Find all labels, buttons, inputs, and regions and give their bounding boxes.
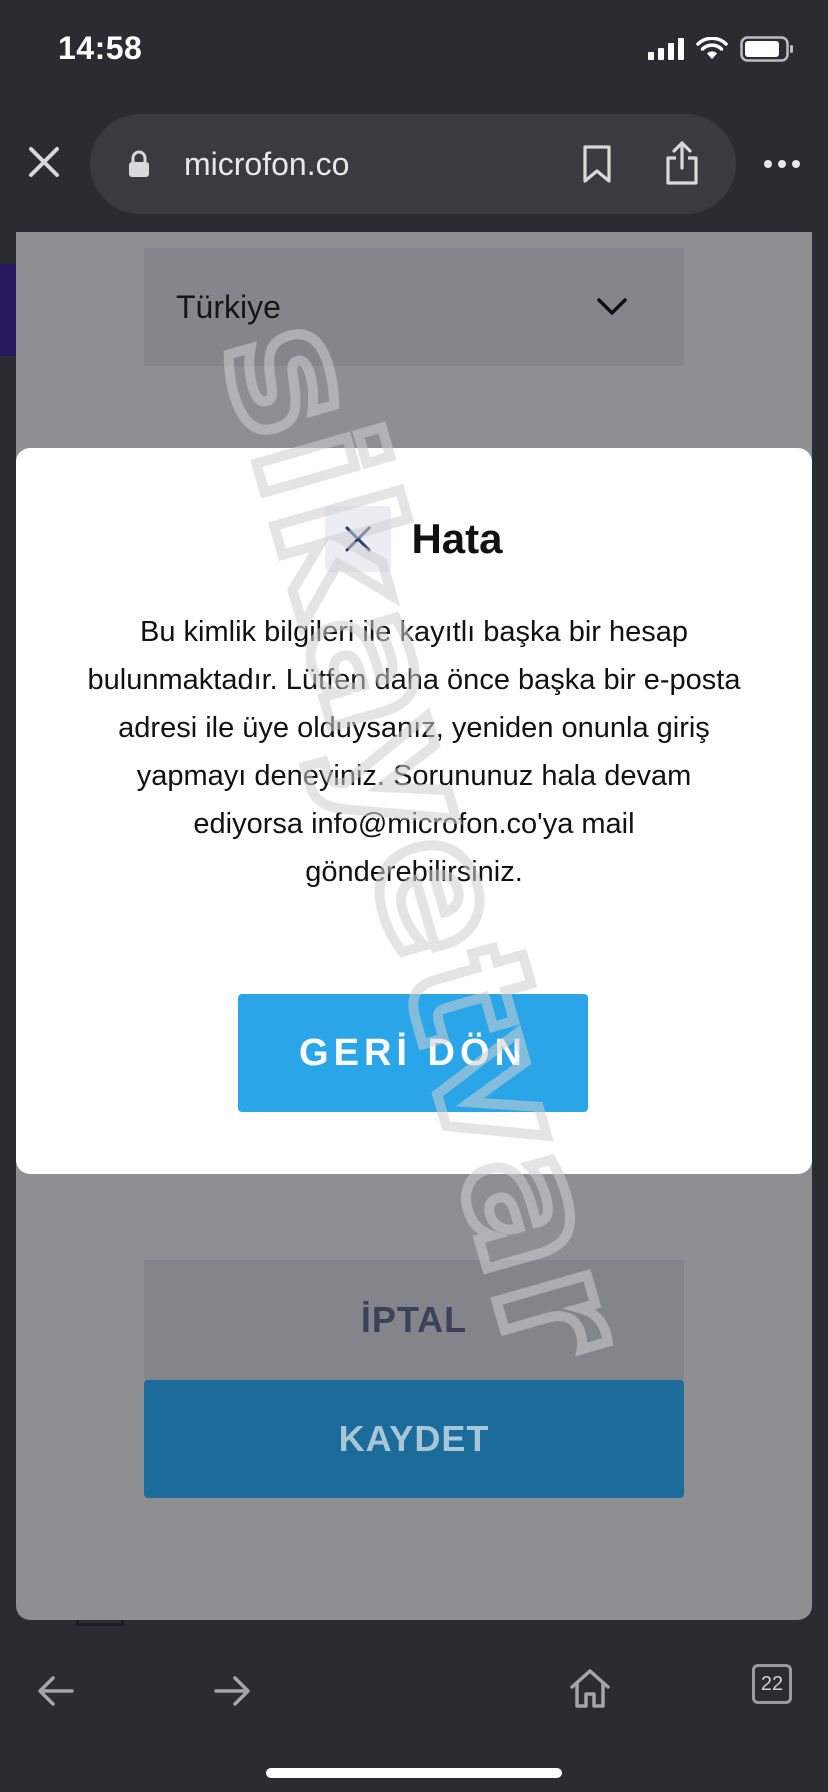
- status-icons: [648, 36, 794, 62]
- lock-icon: [128, 150, 150, 183]
- save-button[interactable]: KAYDET: [144, 1380, 684, 1498]
- cellular-signal-icon: [648, 38, 684, 60]
- home-indicator: [266, 1768, 562, 1778]
- arrow-left-icon[interactable]: [36, 1674, 76, 1713]
- cancel-button[interactable]: İPTAL: [144, 1260, 684, 1380]
- share-icon[interactable]: [664, 140, 700, 191]
- status-time: 14:58: [58, 30, 143, 66]
- home-icon[interactable]: [568, 1666, 612, 1715]
- address-bar[interactable]: microfon.co: [90, 114, 736, 214]
- error-close-icon[interactable]: [325, 506, 392, 572]
- battery-icon: [740, 36, 794, 62]
- side-banner: [0, 264, 16, 356]
- dialog-header: Hata: [16, 506, 812, 572]
- dialog-message: Bu kimlik bilgileri ile kayıtlı başka bi…: [87, 616, 741, 888]
- arrow-right-icon[interactable]: [212, 1674, 252, 1713]
- bookmark-icon[interactable]: [580, 144, 614, 189]
- close-icon[interactable]: [22, 140, 66, 184]
- dialog-title: Hata: [411, 515, 503, 562]
- wifi-icon: [696, 37, 728, 61]
- checkbox[interactable]: [76, 1620, 124, 1626]
- error-dialog: Hata Bu kimlik bilgileri ile kayıtlı baş…: [16, 448, 812, 1174]
- tabs-button[interactable]: 22: [752, 1664, 792, 1704]
- chevron-down-icon: [597, 298, 627, 315]
- country-select-value: Türkiye: [176, 288, 281, 325]
- more-icon[interactable]: [764, 160, 800, 168]
- browser-bottom-bar: 22: [0, 1634, 828, 1792]
- country-select[interactable]: Türkiye: [144, 248, 684, 366]
- url-text: microfon.co: [184, 146, 350, 182]
- status-bar: 14:58: [0, 0, 828, 100]
- go-back-button[interactable]: GERİ DÖN: [238, 994, 588, 1112]
- browser-toolbar: microfon.co: [0, 100, 828, 232]
